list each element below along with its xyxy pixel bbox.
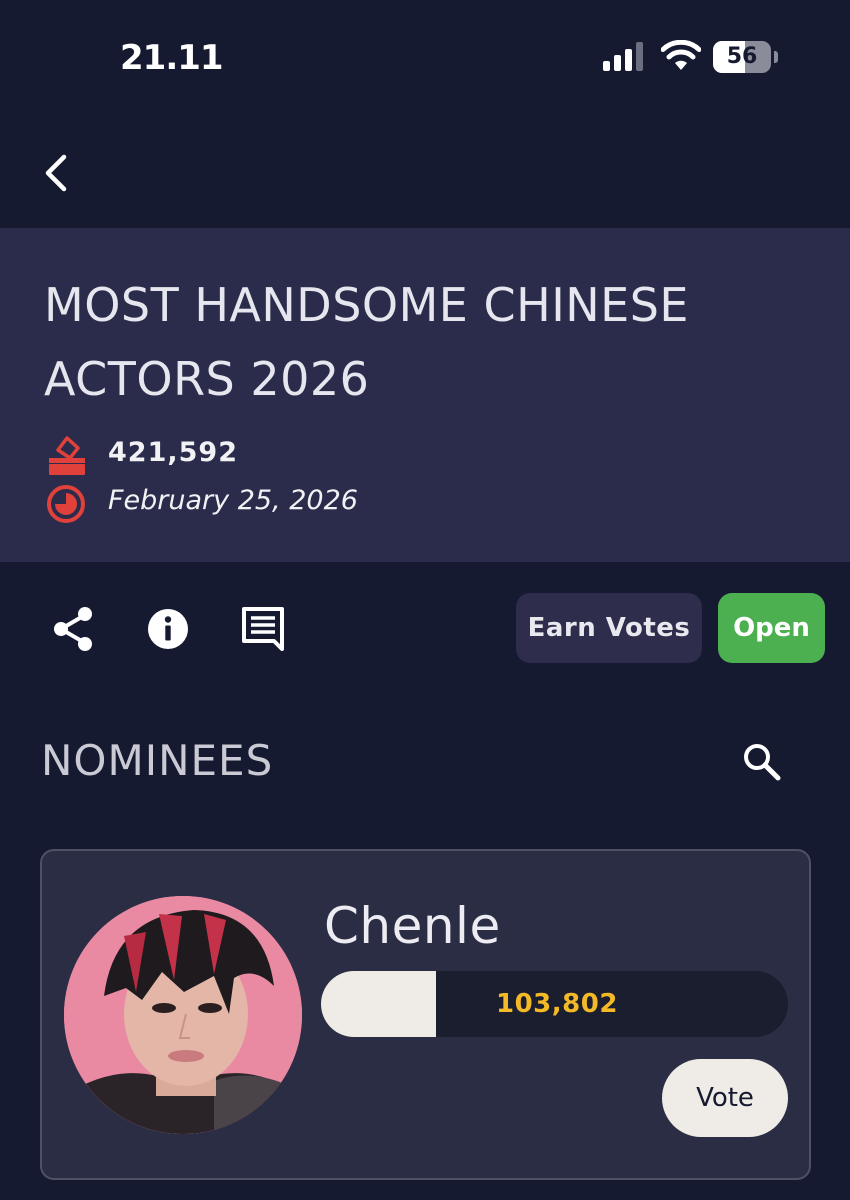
battery-body: 56 (713, 41, 771, 73)
page-title: MOST HANDSOME CHINESE ACTORS 2026 (44, 278, 689, 406)
share-icon[interactable] (50, 604, 96, 654)
status-time: 21.11 (120, 38, 224, 78)
nominee-vote-count: 103,802 (496, 989, 618, 1019)
status-bar: 21.11 56 (0, 0, 850, 120)
nominees-heading: NOMINEES (41, 736, 274, 785)
ballot-box-icon (49, 436, 85, 475)
battery-icon: 56 (713, 41, 779, 73)
vote-progress-bar: 103,802 (321, 971, 788, 1037)
info-icon[interactable] (146, 607, 190, 651)
nominee-card: Chenle 103,802 Vote (40, 849, 811, 1180)
nominee-avatar (64, 896, 302, 1134)
cellular-signal-icon (603, 42, 643, 71)
vote-progress-fill (321, 971, 436, 1037)
nominee-name: Chenle (324, 897, 501, 955)
wifi-icon (661, 40, 701, 70)
chevron-left-icon (45, 154, 67, 192)
end-date: February 25, 2026 (108, 485, 358, 516)
back-button[interactable] (30, 145, 86, 201)
battery-cap (774, 51, 778, 63)
total-votes: 421,592 (108, 437, 238, 468)
poll-status-button[interactable]: Open (718, 593, 825, 663)
vote-button[interactable]: Vote (662, 1059, 788, 1137)
nominee-photo (64, 896, 302, 1134)
search-icon[interactable] (740, 740, 784, 784)
battery-level: 56 (726, 44, 758, 69)
clock-icon (47, 485, 85, 523)
earn-votes-button[interactable]: Earn Votes (516, 593, 702, 663)
poll-header: MOST HANDSOME CHINESE ACTORS 2026 421,59… (0, 228, 850, 562)
comment-icon[interactable] (240, 605, 286, 651)
